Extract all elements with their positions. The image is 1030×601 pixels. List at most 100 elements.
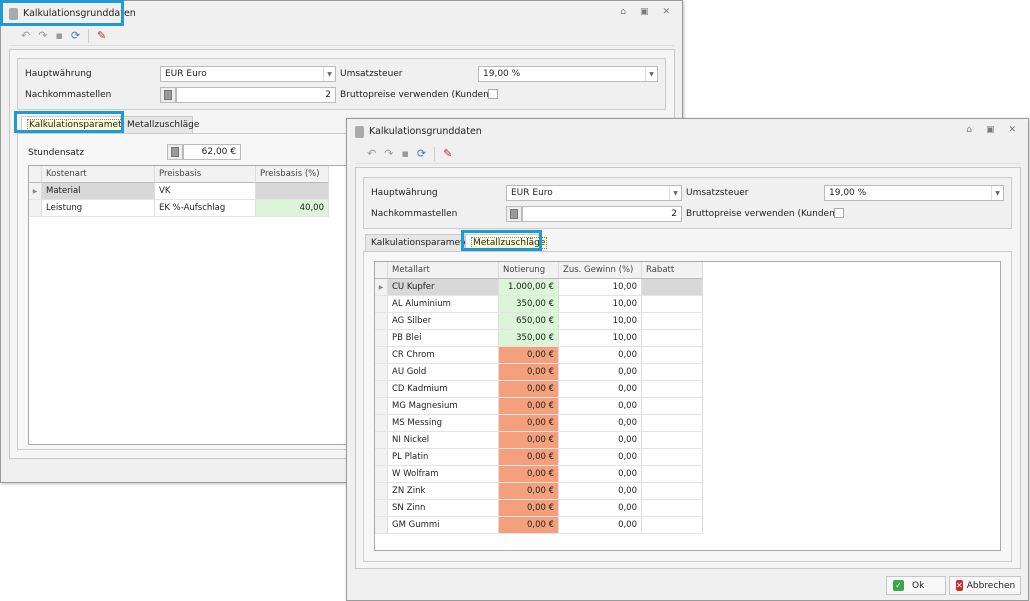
table-cell[interactable]: [256, 183, 329, 200]
column-header[interactable]: Preisbasis (%): [256, 166, 329, 183]
table-cell[interactable]: 0,00 €: [499, 398, 559, 415]
table-cell[interactable]: 0,00: [559, 449, 642, 466]
chevron-down-icon[interactable]: ▼: [323, 67, 335, 81]
table-cell[interactable]: 0,00 €: [499, 466, 559, 483]
table-cell[interactable]: 0,00 €: [499, 381, 559, 398]
table-cell[interactable]: 0,00: [559, 381, 642, 398]
column-header[interactable]: Notierung: [499, 262, 559, 279]
table-row[interactable]: AG Silber 650,00 €10,00: [375, 313, 703, 330]
table-cell[interactable]: 350,00 €: [499, 330, 559, 347]
table-row[interactable]: MG Magnesium 0,00 €0,00: [375, 398, 703, 415]
calculator-icon[interactable]: [167, 144, 183, 160]
table-cell[interactable]: 0,00 €: [499, 415, 559, 432]
table-cell[interactable]: 0,00: [559, 398, 642, 415]
table-cell[interactable]: [642, 313, 703, 330]
table-row[interactable]: ZN Zink 0,00 €0,00: [375, 483, 703, 500]
table-cell[interactable]: PB Blei: [388, 330, 499, 347]
table-row[interactable]: W Wolfram 0,00 €0,00: [375, 466, 703, 483]
nachkommastellen-input[interactable]: 2: [522, 206, 682, 222]
close-icon[interactable]: ✕: [662, 7, 670, 17]
stundensatz-input[interactable]: 62,00 €: [183, 144, 241, 160]
table-cell[interactable]: [642, 279, 703, 296]
table-cell[interactable]: VK: [155, 183, 256, 200]
column-header[interactable]: Metallart: [388, 262, 499, 279]
table-row[interactable]: NI Nickel 0,00 €0,00: [375, 432, 703, 449]
table-cell[interactable]: Material: [42, 183, 155, 200]
edit-icon[interactable]: ✎: [97, 29, 106, 42]
pin-icon[interactable]: ⌂: [966, 125, 972, 135]
hauptwaehrung-select[interactable]: EUR Euro ▼: [506, 185, 682, 201]
table-cell[interactable]: 10,00: [559, 279, 642, 296]
nachkommastellen-input[interactable]: 2: [176, 87, 336, 103]
brutto-checkbox[interactable]: [488, 89, 498, 99]
table-cell[interactable]: MG Magnesium: [388, 398, 499, 415]
table-cell[interactable]: 10,00: [559, 313, 642, 330]
table-cell[interactable]: 40,00: [256, 200, 329, 217]
table-cell[interactable]: CD Kadmium: [388, 381, 499, 398]
redo-icon[interactable]: ↷: [38, 29, 47, 42]
save-icon[interactable]: ▪: [401, 147, 408, 160]
chevron-down-icon[interactable]: ▼: [991, 186, 1003, 200]
table-row[interactable]: AU Gold 0,00 €0,00: [375, 364, 703, 381]
table-cell[interactable]: 10,00: [559, 296, 642, 313]
table-cell[interactable]: [642, 381, 703, 398]
table-cell[interactable]: CR Chrom: [388, 347, 499, 364]
table-cell[interactable]: [642, 347, 703, 364]
table-cell[interactable]: AU Gold: [388, 364, 499, 381]
table-cell[interactable]: [642, 483, 703, 500]
table-cell[interactable]: 0,00: [559, 500, 642, 517]
column-header[interactable]: Preisbasis: [155, 166, 256, 183]
table-cell[interactable]: NI Nickel: [388, 432, 499, 449]
umsatzsteuer-select[interactable]: 19,00 % ▼: [478, 66, 658, 82]
undo-icon[interactable]: ↶: [21, 29, 30, 42]
table-cell[interactable]: [642, 432, 703, 449]
umsatzsteuer-select[interactable]: 19,00 % ▼: [824, 185, 1004, 201]
table-cell[interactable]: CU Kupfer: [388, 279, 499, 296]
chevron-down-icon[interactable]: ▼: [645, 67, 657, 81]
table-cell[interactable]: 0,00: [559, 517, 642, 534]
table-cell[interactable]: SN Zinn: [388, 500, 499, 517]
restore-icon[interactable]: ▣: [640, 7, 649, 17]
table-row[interactable]: ▶ CU Kupfer 1.000,00 €10,00: [375, 279, 703, 296]
column-header[interactable]: Rabatt: [642, 262, 703, 279]
save-icon[interactable]: ▪: [55, 29, 62, 42]
refresh-icon[interactable]: ⟳: [71, 29, 80, 42]
table-row[interactable]: AL Aluminium 350,00 €10,00: [375, 296, 703, 313]
table-row[interactable]: SN Zinn 0,00 €0,00: [375, 500, 703, 517]
column-header[interactable]: Zus. Gewinn (%): [559, 262, 642, 279]
table-cell[interactable]: 650,00 €: [499, 313, 559, 330]
chevron-down-icon[interactable]: ▼: [669, 186, 681, 200]
table-row[interactable]: Leistung EK %-Aufschlag 40,00: [29, 200, 329, 217]
tab-kalkulationsparameter[interactable]: Kalkulationsparameter: [365, 234, 473, 251]
close-icon[interactable]: ✕: [1008, 125, 1016, 135]
table-cell[interactable]: 0,00: [559, 415, 642, 432]
restore-icon[interactable]: ▣: [986, 125, 995, 135]
table-cell[interactable]: 0,00: [559, 483, 642, 500]
tab-metallzuschlaege[interactable]: Metallzuschläge: [121, 116, 199, 133]
table-cell[interactable]: [642, 517, 703, 534]
edit-icon[interactable]: ✎: [443, 147, 452, 160]
table-cell[interactable]: [642, 415, 703, 432]
table-cell[interactable]: [642, 398, 703, 415]
table-cell[interactable]: [642, 466, 703, 483]
table-cell[interactable]: W Wolfram: [388, 466, 499, 483]
undo-icon[interactable]: ↶: [367, 147, 376, 160]
pin-icon[interactable]: ⌂: [620, 7, 626, 17]
table-cell[interactable]: 0,00 €: [499, 432, 559, 449]
table-row[interactable]: MS Messing 0,00 €0,00: [375, 415, 703, 432]
table-cell[interactable]: MS Messing: [388, 415, 499, 432]
calculator-icon[interactable]: [506, 206, 522, 222]
table-cell[interactable]: PL Platin: [388, 449, 499, 466]
table-cell[interactable]: 0,00: [559, 347, 642, 364]
table-cell[interactable]: 0,00: [559, 466, 642, 483]
table-row[interactable]: ▶ Material VK: [29, 183, 329, 200]
table-row[interactable]: GM Gummi 0,00 €0,00: [375, 517, 703, 534]
table-cell[interactable]: 0,00 €: [499, 347, 559, 364]
table-cell[interactable]: ZN Zink: [388, 483, 499, 500]
table-cell[interactable]: [642, 330, 703, 347]
table-cell[interactable]: AG Silber: [388, 313, 499, 330]
table-row[interactable]: CR Chrom 0,00 €0,00: [375, 347, 703, 364]
column-header[interactable]: Kostenart: [42, 166, 155, 183]
calculator-icon[interactable]: [160, 87, 176, 103]
table-cell[interactable]: EK %-Aufschlag: [155, 200, 256, 217]
